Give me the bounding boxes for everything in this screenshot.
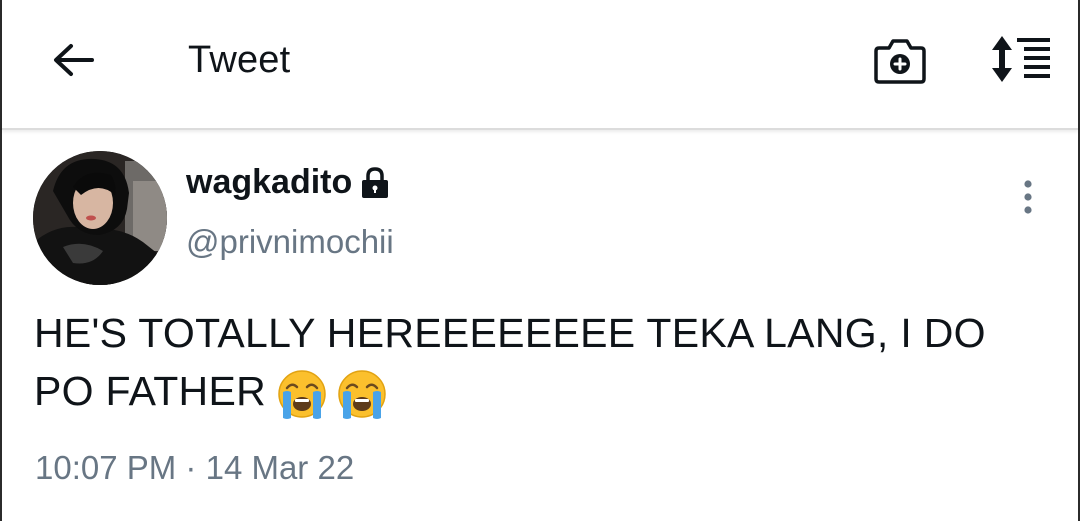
camera-plus-icon (874, 39, 926, 84)
lock-icon (360, 165, 390, 199)
timestamp-separator: · (185, 449, 197, 486)
avatar[interactable] (33, 151, 167, 285)
tweet-timestamp: 10:07 PM · 14 Mar 22 (35, 448, 354, 488)
tweet-text-content: HE'S TOTALLY HEREEEEEEEE TEKA LANG, I DO… (34, 310, 986, 414)
sort-button[interactable] (985, 33, 1055, 85)
display-name-row: wagkadito (186, 162, 390, 202)
user-handle[interactable]: @privnimochii (186, 222, 394, 262)
tweet-date: 14 Mar 22 (205, 449, 355, 486)
emoji-group (276, 368, 388, 420)
avatar-photo (33, 151, 167, 285)
loudly-crying-face-emoji (338, 370, 386, 420)
loudly-crying-face-emoji (278, 370, 326, 420)
tweet-text: HE'S TOTALLY HEREEEEEEEE TEKA LANG, I DO… (34, 304, 1044, 420)
tweet-detail-screen: Tweet wagkadito @privnimochii HE'S TOTAL… (0, 0, 1080, 521)
more-options-button[interactable] (1008, 172, 1048, 222)
tweet-time: 10:07 PM (35, 449, 177, 486)
camera-button[interactable] (872, 34, 928, 86)
app-bar: Tweet (2, 0, 1078, 130)
arrow-left-icon (54, 44, 94, 76)
display-name[interactable]: wagkadito (186, 162, 352, 202)
back-button[interactable] (48, 37, 98, 83)
sort-list-icon (992, 36, 1050, 82)
tweet: wagkadito @privnimochii HE'S TOTALLY HER… (2, 132, 1078, 521)
page-title: Tweet (188, 39, 291, 81)
more-vertical-icon (1024, 180, 1032, 214)
